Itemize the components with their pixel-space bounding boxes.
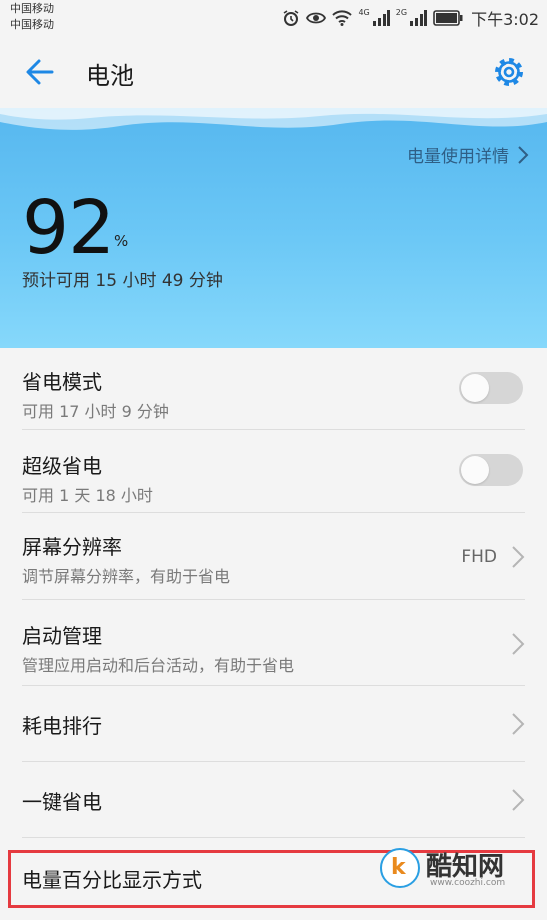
settings-list: 省电模式 可用 17 小时 9 分钟 超级省电 可用 1 天 18 小时 屏幕分…	[0, 348, 547, 920]
toggle-knob	[461, 456, 489, 484]
eye-icon	[306, 12, 327, 24]
row-sub: 管理应用启动和后台活动，有助于省电	[22, 656, 295, 675]
page-title: 电池	[86, 62, 134, 90]
ultra-power-saving-row[interactable]: 超级省电 可用 1 天 18 小时	[0, 430, 547, 513]
chevron-right-icon	[512, 713, 525, 735]
carrier-2: 中国移动	[10, 18, 54, 31]
percent-unit: %	[114, 232, 129, 250]
back-arrow-icon[interactable]	[22, 54, 58, 90]
power-saving-mode-row[interactable]: 省电模式 可用 17 小时 9 分钟	[0, 348, 547, 430]
signal-icon	[372, 10, 390, 26]
row-label: 耗电排行	[22, 714, 102, 738]
clock: 下午3:02	[471, 10, 539, 29]
chevron-right-icon	[512, 633, 525, 655]
startup-management-row[interactable]: 启动管理 管理应用启动和后台活动，有助于省电	[0, 600, 547, 686]
watermark: k 酷知网 www.coozhi.com	[376, 840, 536, 896]
status-bar: 中国移动 中国移动 4G 2G 下午3:02	[0, 0, 547, 36]
chevron-right-icon	[512, 789, 525, 811]
battery-icon	[433, 10, 463, 26]
resolution-value: FHD	[461, 547, 497, 567]
power-saving-toggle[interactable]	[459, 372, 523, 404]
network-type-1: 4G	[358, 8, 370, 17]
row-label: 启动管理	[22, 624, 102, 648]
row-label: 屏幕分辨率	[22, 535, 122, 559]
row-sub: 调节屏幕分辨率，有助于省电	[22, 567, 231, 586]
one-tap-power-saving-row[interactable]: 一键省电	[0, 762, 547, 838]
battery-estimate: 预计可用 15 小时 49 分钟	[22, 271, 223, 291]
chevron-right-icon	[512, 546, 525, 568]
alarm-icon	[284, 10, 299, 26]
carrier-1: 中国移动	[10, 2, 54, 15]
usage-details-link[interactable]: 电量使用详情	[407, 142, 529, 167]
row-sub: 可用 17 小时 9 分钟	[22, 402, 169, 421]
app-bar: 电池	[0, 36, 547, 109]
toggle-knob	[461, 374, 489, 402]
watermark-url: www.coozhi.com	[430, 878, 506, 888]
status-icons: 4G 2G 下午3:02	[282, 8, 539, 29]
ultra-power-saving-toggle[interactable]	[459, 454, 523, 486]
watermark-logo-letter: k	[391, 855, 406, 880]
battery-summary: 电量使用详情 92 % 预计可用 15 小时 49 分钟	[0, 108, 547, 348]
row-label: 超级省电	[22, 454, 102, 478]
power-ranking-row[interactable]: 耗电排行	[0, 686, 547, 762]
row-sub: 可用 1 天 18 小时	[22, 486, 153, 505]
gear-icon[interactable]	[491, 54, 527, 90]
usage-details-label: 电量使用详情	[407, 147, 509, 167]
row-label: 一键省电	[22, 790, 102, 814]
chevron-right-icon	[518, 145, 529, 164]
row-label: 省电模式	[22, 370, 102, 394]
watermark-logo: k	[380, 848, 420, 888]
wifi-icon	[332, 10, 353, 26]
network-type-2: 2G	[395, 8, 408, 17]
screen-resolution-row[interactable]: 屏幕分辨率 调节屏幕分辨率，有助于省电 FHD	[0, 513, 547, 600]
battery-percentage: 92	[22, 185, 115, 271]
signal-icon-2	[410, 10, 428, 26]
